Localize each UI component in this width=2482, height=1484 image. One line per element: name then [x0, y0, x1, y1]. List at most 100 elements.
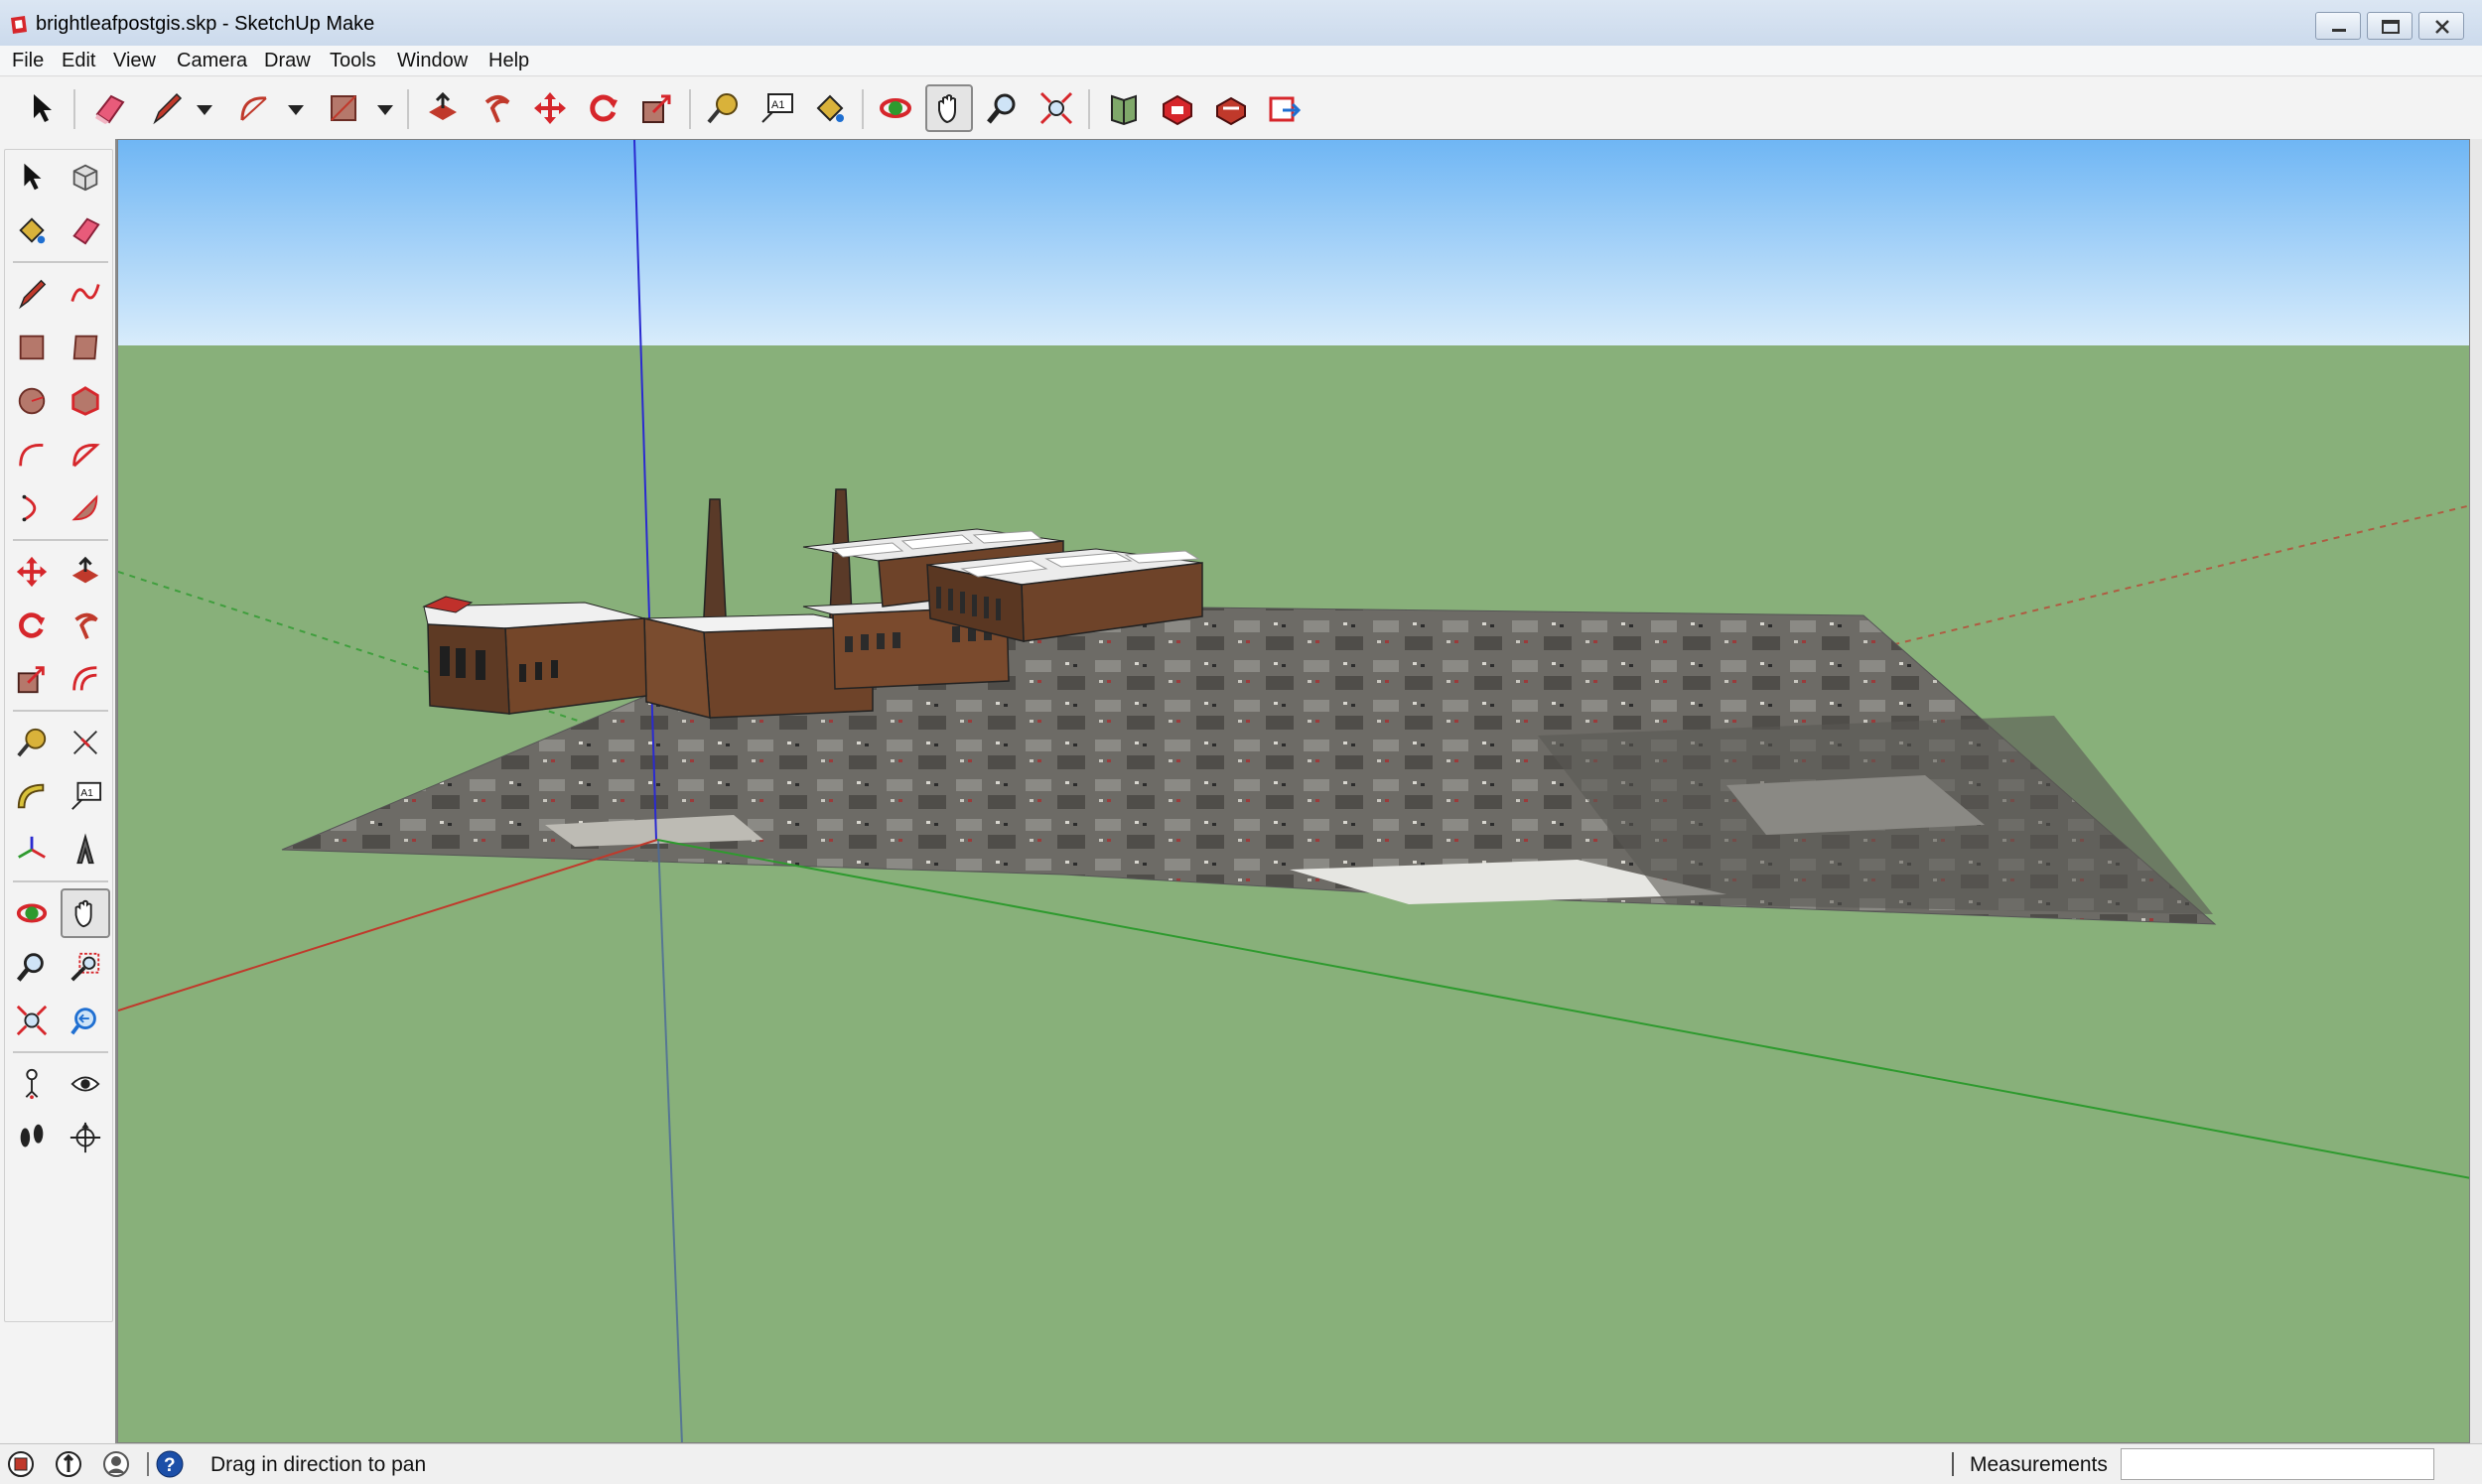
previous-view-tool-button[interactable]	[61, 996, 110, 1045]
arc-dropdown-arrow[interactable]	[288, 105, 304, 115]
text-tool-button[interactable]: A1	[753, 84, 800, 132]
zoom-window-tool-button[interactable]	[61, 942, 110, 992]
share-model-button[interactable]	[1261, 84, 1309, 132]
push-pull-tool-button[interactable]	[419, 84, 467, 132]
offset-icon	[72, 666, 97, 691]
add-location-button[interactable]	[1100, 84, 1148, 132]
orbit-icon	[16, 903, 48, 923]
menu-view[interactable]: View	[113, 50, 156, 72]
eraser-tool-button[interactable]	[85, 84, 133, 132]
menu-window[interactable]: Window	[397, 50, 468, 72]
rotate-tool-button[interactable]	[7, 601, 57, 650]
eraser-tool-button[interactable]	[61, 205, 110, 255]
credits-icon[interactable]	[54, 1449, 83, 1479]
arc-tool-button[interactable]	[230, 84, 278, 132]
svg-text:?: ?	[164, 1455, 176, 1476]
circle-tool-button[interactable]	[7, 376, 57, 426]
rectangle-tool-button[interactable]	[320, 84, 367, 132]
orbit-icon	[880, 98, 911, 118]
follow-me-tool-button[interactable]	[473, 84, 520, 132]
arc-tool-button[interactable]	[7, 430, 57, 479]
walk-tool-button[interactable]	[7, 1113, 57, 1162]
select-tool-button[interactable]	[18, 84, 66, 132]
scale-tool-button[interactable]	[7, 654, 57, 704]
pencil-dropdown-arrow[interactable]	[197, 105, 212, 115]
menu-file[interactable]: File	[12, 50, 44, 72]
polygon-tool-button[interactable]	[61, 376, 110, 426]
dimension-icon	[72, 730, 98, 755]
large-tool-set: A1	[0, 139, 117, 1443]
menu-help[interactable]: Help	[488, 50, 529, 72]
freehand-tool-button[interactable]	[61, 269, 110, 319]
pan-icon	[938, 94, 956, 124]
menu-edit[interactable]: Edit	[62, 50, 95, 72]
zoom-extents-tool-button[interactable]	[1033, 84, 1080, 132]
axes-tool-button[interactable]	[7, 825, 57, 875]
section-plane-tool-button[interactable]	[61, 1113, 110, 1162]
rectangle-dropdown-arrow[interactable]	[377, 105, 393, 115]
tape-measure-tool-button[interactable]	[699, 84, 747, 132]
geo-location-icon[interactable]	[6, 1449, 36, 1479]
protractor-icon	[17, 783, 45, 809]
zoom-extents-tool-button[interactable]	[7, 996, 57, 1045]
close-button[interactable]	[2418, 12, 2464, 40]
measurements-input[interactable]	[2121, 1448, 2434, 1480]
paint-bucket-tool-button[interactable]	[806, 84, 854, 132]
make-component-button[interactable]	[61, 152, 110, 202]
rectangle-tool-button[interactable]	[7, 323, 57, 372]
toolbar-separator	[407, 89, 409, 129]
menu-tools[interactable]: Tools	[330, 50, 376, 72]
help-icon[interactable]: ?	[155, 1449, 185, 1479]
sky	[118, 140, 2469, 345]
polygon-icon	[71, 386, 99, 416]
zoom-tool-button[interactable]	[7, 942, 57, 992]
maximize-button[interactable]	[2367, 12, 2413, 40]
position-camera-tool-button[interactable]	[7, 1059, 57, 1109]
pan-tool-button[interactable]	[925, 84, 973, 132]
look-around-tool-button[interactable]	[61, 1059, 110, 1109]
follow-me-tool-button[interactable]	[61, 601, 110, 650]
three-point-arc-tool-button[interactable]	[7, 483, 57, 533]
orbit-tool-button[interactable]	[872, 84, 919, 132]
tool-separator	[13, 710, 108, 712]
tool-separator	[13, 539, 108, 541]
pencil-tool-button[interactable]	[143, 84, 191, 132]
user-icon[interactable]	[101, 1449, 131, 1479]
minimize-button[interactable]	[2315, 12, 2361, 40]
toolbar-separator	[862, 89, 864, 129]
dimension-tool-button[interactable]	[61, 718, 110, 767]
extension-warehouse-button[interactable]	[1207, 84, 1255, 132]
tape-measure-tool-button[interactable]	[7, 718, 57, 767]
push-pull-tool-button[interactable]	[61, 547, 110, 597]
main-toolbar: A1	[0, 77, 2482, 140]
pie-tool-button[interactable]	[61, 483, 110, 533]
model-viewport[interactable]	[117, 139, 2470, 1443]
orbit-tool-button[interactable]	[7, 888, 57, 938]
add-location-icon	[1111, 94, 1137, 126]
scale-icon	[17, 666, 45, 694]
rotated-rectangle-tool-button[interactable]	[61, 323, 110, 372]
pan-tool-button[interactable]	[61, 888, 110, 938]
text-tool-button[interactable]: A1	[61, 771, 110, 821]
paint-bucket-tool-button[interactable]	[7, 205, 57, 255]
two-point-arc-tool-button[interactable]	[61, 430, 110, 479]
menu-draw[interactable]: Draw	[264, 50, 311, 72]
protractor-tool-button[interactable]	[7, 771, 57, 821]
select-tool-button[interactable]	[7, 152, 57, 202]
make-component-icon	[72, 164, 98, 192]
arc-icon	[240, 96, 267, 121]
move-tool-button[interactable]	[526, 84, 574, 132]
3d-warehouse-button[interactable]	[1154, 84, 1201, 132]
line-tool-button[interactable]	[7, 269, 57, 319]
move-tool-button[interactable]	[7, 547, 57, 597]
zoom-extents-icon	[16, 1005, 48, 1036]
menu-camera[interactable]: Camera	[177, 50, 247, 72]
3d-text-tool-button[interactable]	[61, 825, 110, 875]
rotate-tool-button[interactable]	[580, 84, 627, 132]
offset-tool-button[interactable]	[61, 654, 110, 704]
zoom-tool-button[interactable]	[979, 84, 1027, 132]
tool-separator	[13, 1051, 108, 1053]
tape-measure-icon	[707, 93, 738, 124]
status-separator	[147, 1452, 149, 1476]
scale-tool-button[interactable]	[633, 84, 681, 132]
